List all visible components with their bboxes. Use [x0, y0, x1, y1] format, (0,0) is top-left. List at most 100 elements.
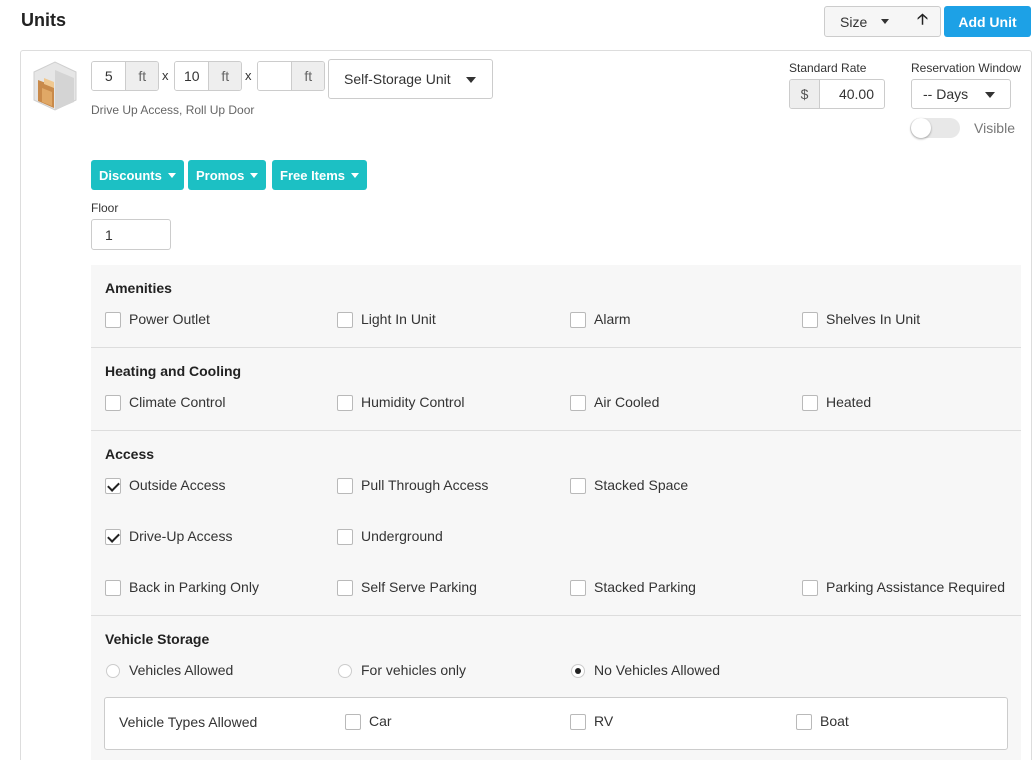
- checkbox-outside-access[interactable]: [105, 478, 121, 494]
- radio-label: Vehicles Allowed: [129, 662, 234, 678]
- radio-for-vehicles-only[interactable]: [338, 664, 352, 678]
- toggle-knob: [911, 118, 931, 138]
- checkbox-air-cooled[interactable]: [570, 395, 586, 411]
- unit-type-value: Self-Storage Unit: [344, 71, 451, 87]
- checkbox-alarm[interactable]: [570, 312, 586, 328]
- option-label: Shelves In Unit: [826, 311, 921, 327]
- free-items-button[interactable]: Free Items: [272, 160, 368, 190]
- storage-unit-icon: [33, 61, 77, 111]
- option-label: Pull Through Access: [361, 477, 489, 493]
- option-label: Air Cooled: [594, 394, 660, 410]
- checkbox-back-in-parking-only[interactable]: [105, 580, 121, 596]
- vehicle-types-label: Vehicle Types Allowed: [119, 714, 258, 730]
- radio-no-vehicles-allowed[interactable]: [571, 664, 585, 678]
- times-sign: x: [162, 68, 169, 83]
- checkbox-shelves-in-unit[interactable]: [802, 312, 818, 328]
- option-label: Outside Access: [129, 477, 226, 493]
- option-label: Drive-Up Access: [129, 528, 233, 544]
- reservation-window-label: Reservation Window: [911, 61, 1022, 75]
- width-field[interactable]: 5 ft: [91, 61, 159, 91]
- section-divider: [91, 430, 1021, 431]
- radio-label: For vehicles only: [361, 662, 467, 678]
- checkbox-boat[interactable]: [796, 714, 812, 730]
- promos-label: Promos: [196, 167, 245, 183]
- chevron-down-icon: [881, 19, 889, 24]
- floor-input[interactable]: 1: [91, 219, 171, 250]
- option-label: Self Serve Parking: [361, 579, 477, 595]
- checkbox-humidity-control[interactable]: [337, 395, 353, 411]
- option-label: Alarm: [594, 311, 631, 327]
- option-label: Parking Assistance Required: [826, 579, 1005, 595]
- chevron-down-icon: [466, 77, 476, 83]
- section-divider: [91, 347, 1021, 348]
- visible-label: Visible: [974, 120, 1015, 136]
- unit-type-select[interactable]: Self-Storage Unit: [328, 59, 493, 99]
- page-title: Units: [21, 10, 66, 30]
- up-arrow-icon: 🡡: [917, 11, 928, 28]
- floor-label: Floor: [91, 201, 119, 215]
- sort-select[interactable]: Size: [824, 6, 906, 37]
- width-input[interactable]: 5: [92, 62, 126, 90]
- checkbox-pull-through-access[interactable]: [337, 478, 353, 494]
- option-label: Power Outlet: [129, 311, 210, 327]
- length-input[interactable]: 10: [175, 62, 209, 90]
- length-unit: ft: [208, 62, 241, 90]
- option-label: Underground: [361, 528, 443, 544]
- amenities-title: Amenities: [105, 280, 172, 296]
- sort-direction-button[interactable]: 🡡: [905, 6, 941, 37]
- option-label: Boat: [820, 713, 849, 729]
- checkbox-light-in-unit[interactable]: [337, 312, 353, 328]
- caret-down-icon: [250, 172, 259, 178]
- checkbox-stacked-space[interactable]: [570, 478, 586, 494]
- vehicle-storage-title: Vehicle Storage: [105, 631, 210, 647]
- reservation-window-value: -- Days: [923, 86, 969, 102]
- discounts-label: Discounts: [99, 167, 162, 183]
- option-label: Humidity Control: [361, 394, 465, 410]
- option-label: RV: [594, 713, 614, 729]
- width-unit: ft: [125, 62, 158, 90]
- unit-features-text: Drive Up Access, Roll Up Door: [91, 103, 255, 117]
- standard-rate-field[interactable]: $ 40.00: [789, 79, 885, 109]
- option-label: Car: [369, 713, 392, 729]
- section-divider: [91, 615, 1021, 616]
- height-field[interactable]: ft: [257, 61, 325, 91]
- checkbox-drive-up-access[interactable]: [105, 529, 121, 545]
- caret-down-icon: [351, 172, 360, 178]
- radio-vehicles-allowed[interactable]: [106, 664, 120, 678]
- checkbox-self-serve-parking[interactable]: [337, 580, 353, 596]
- height-input[interactable]: [258, 62, 292, 90]
- standard-rate-input[interactable]: 40.00: [820, 80, 884, 108]
- height-unit: ft: [291, 62, 324, 90]
- options-panel: [91, 265, 1021, 760]
- times-sign: x: [245, 68, 252, 83]
- option-label: Back in Parking Only: [129, 579, 259, 595]
- checkbox-climate-control[interactable]: [105, 395, 121, 411]
- option-label: Stacked Space: [594, 477, 689, 493]
- checkbox-power-outlet[interactable]: [105, 312, 121, 328]
- reservation-window-select[interactable]: -- Days: [911, 79, 1011, 109]
- chevron-down-icon: [985, 92, 995, 98]
- radio-label: No Vehicles Allowed: [594, 662, 721, 678]
- checkbox-stacked-parking[interactable]: [570, 580, 586, 596]
- checkbox-rv[interactable]: [570, 714, 586, 730]
- checkbox-underground[interactable]: [337, 529, 353, 545]
- access-title: Access: [105, 446, 155, 462]
- checkbox-parking-assistance-required[interactable]: [802, 580, 818, 596]
- visible-toggle[interactable]: [910, 118, 960, 138]
- option-label: Heated: [826, 394, 872, 410]
- discounts-button[interactable]: Discounts: [91, 160, 184, 190]
- promos-button[interactable]: Promos: [188, 160, 267, 190]
- option-label: Stacked Parking: [594, 579, 696, 595]
- free-items-label: Free Items: [280, 167, 346, 183]
- checkbox-heated[interactable]: [802, 395, 818, 411]
- add-unit-button[interactable]: Add Unit: [944, 6, 1031, 37]
- option-label: Light In Unit: [361, 311, 436, 327]
- checkbox-car[interactable]: [345, 714, 361, 730]
- heating-cooling-title: Heating and Cooling: [105, 363, 242, 379]
- caret-down-icon: [167, 172, 176, 178]
- length-field[interactable]: 10 ft: [174, 61, 242, 91]
- currency-addon: $: [790, 80, 820, 108]
- option-label: Climate Control: [129, 394, 226, 410]
- sort-select-value: Size: [840, 13, 868, 30]
- standard-rate-label: Standard Rate: [789, 61, 867, 75]
